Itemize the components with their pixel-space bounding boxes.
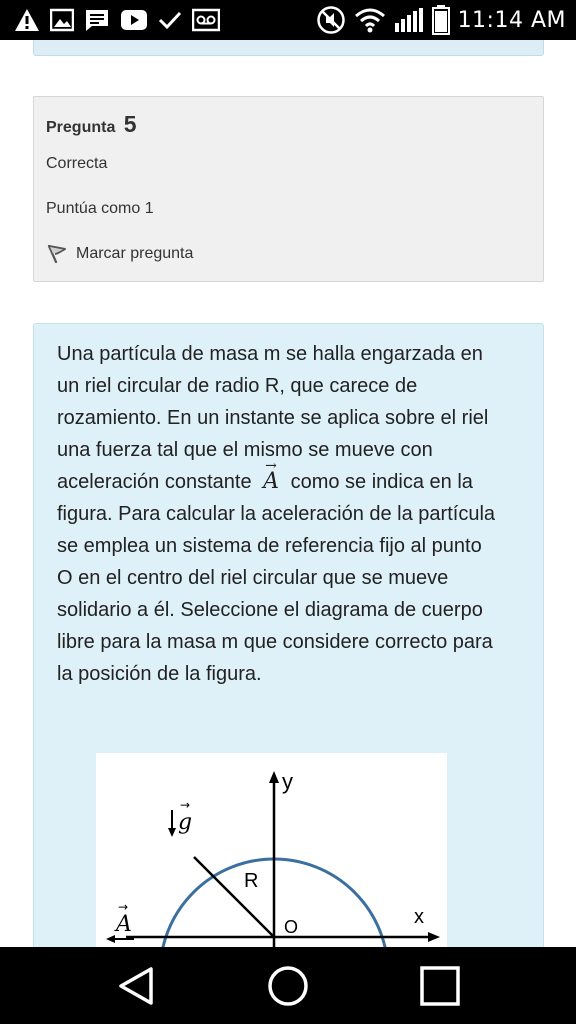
question-number: 5	[123, 111, 137, 137]
image-icon	[50, 8, 74, 32]
radius-label: R	[244, 870, 258, 892]
recents-icon[interactable]	[417, 963, 463, 1009]
battery-icon	[431, 5, 450, 35]
question-figure: y x O R g → A →	[96, 753, 447, 947]
navigation-bar	[0, 947, 576, 1024]
flag-question-link[interactable]: Marcar pregunta	[46, 243, 193, 265]
wifi-icon	[354, 8, 385, 33]
question-info-card: Pregunta 5 Correcta Puntúa como 1 Marcar…	[33, 96, 544, 282]
previous-question-card	[33, 40, 544, 56]
acceleration-label: A	[114, 912, 132, 937]
voicemail-icon	[192, 8, 220, 32]
question-title: Pregunta 5	[46, 111, 137, 138]
y-axis-arrow	[269, 771, 279, 783]
x-axis-arrow	[428, 932, 440, 942]
gravity-arrow-head	[168, 828, 176, 837]
question-title-prefix: Pregunta	[46, 119, 116, 136]
question-text-card: Una partícula de masa m se halla engarza…	[33, 323, 544, 947]
radius-line	[193, 856, 275, 938]
question-text: Una partícula de masa m se halla engarza…	[57, 338, 497, 690]
back-icon[interactable]	[113, 963, 159, 1009]
message-icon	[86, 10, 108, 31]
clock: 11:14 AM	[457, 7, 566, 33]
mute-icon	[316, 6, 345, 34]
status-bar: 11:14 AM	[0, 0, 576, 40]
system-icons: 11:14 AM	[316, 5, 566, 35]
question-score: Puntúa como 1	[46, 200, 154, 217]
home-icon[interactable]	[265, 963, 311, 1009]
vector-a-symbol: A	[263, 450, 279, 498]
flag-question-label: Marcar pregunta	[76, 245, 194, 262]
gravity-vector-arrow: →	[180, 798, 190, 812]
flag-icon	[47, 244, 66, 264]
check-icon	[158, 11, 182, 30]
y-axis-label: y	[282, 769, 293, 794]
acceleration-arrow-head	[106, 935, 115, 943]
gravity-label: g	[178, 810, 192, 835]
x-axis-label: x	[414, 906, 424, 928]
notification-icons	[14, 6, 220, 34]
acceleration-vector-arrow: →	[118, 900, 128, 914]
play-icon	[121, 10, 147, 30]
origin-label: O	[284, 917, 298, 937]
question-status: Correcta	[46, 155, 108, 172]
signal-icon	[394, 8, 423, 32]
page-content: Pregunta 5 Correcta Puntúa como 1 Marcar…	[0, 40, 576, 947]
alert-icon	[15, 9, 39, 31]
question-text-part2: como se indica en la figura. Para calcul…	[57, 471, 496, 685]
